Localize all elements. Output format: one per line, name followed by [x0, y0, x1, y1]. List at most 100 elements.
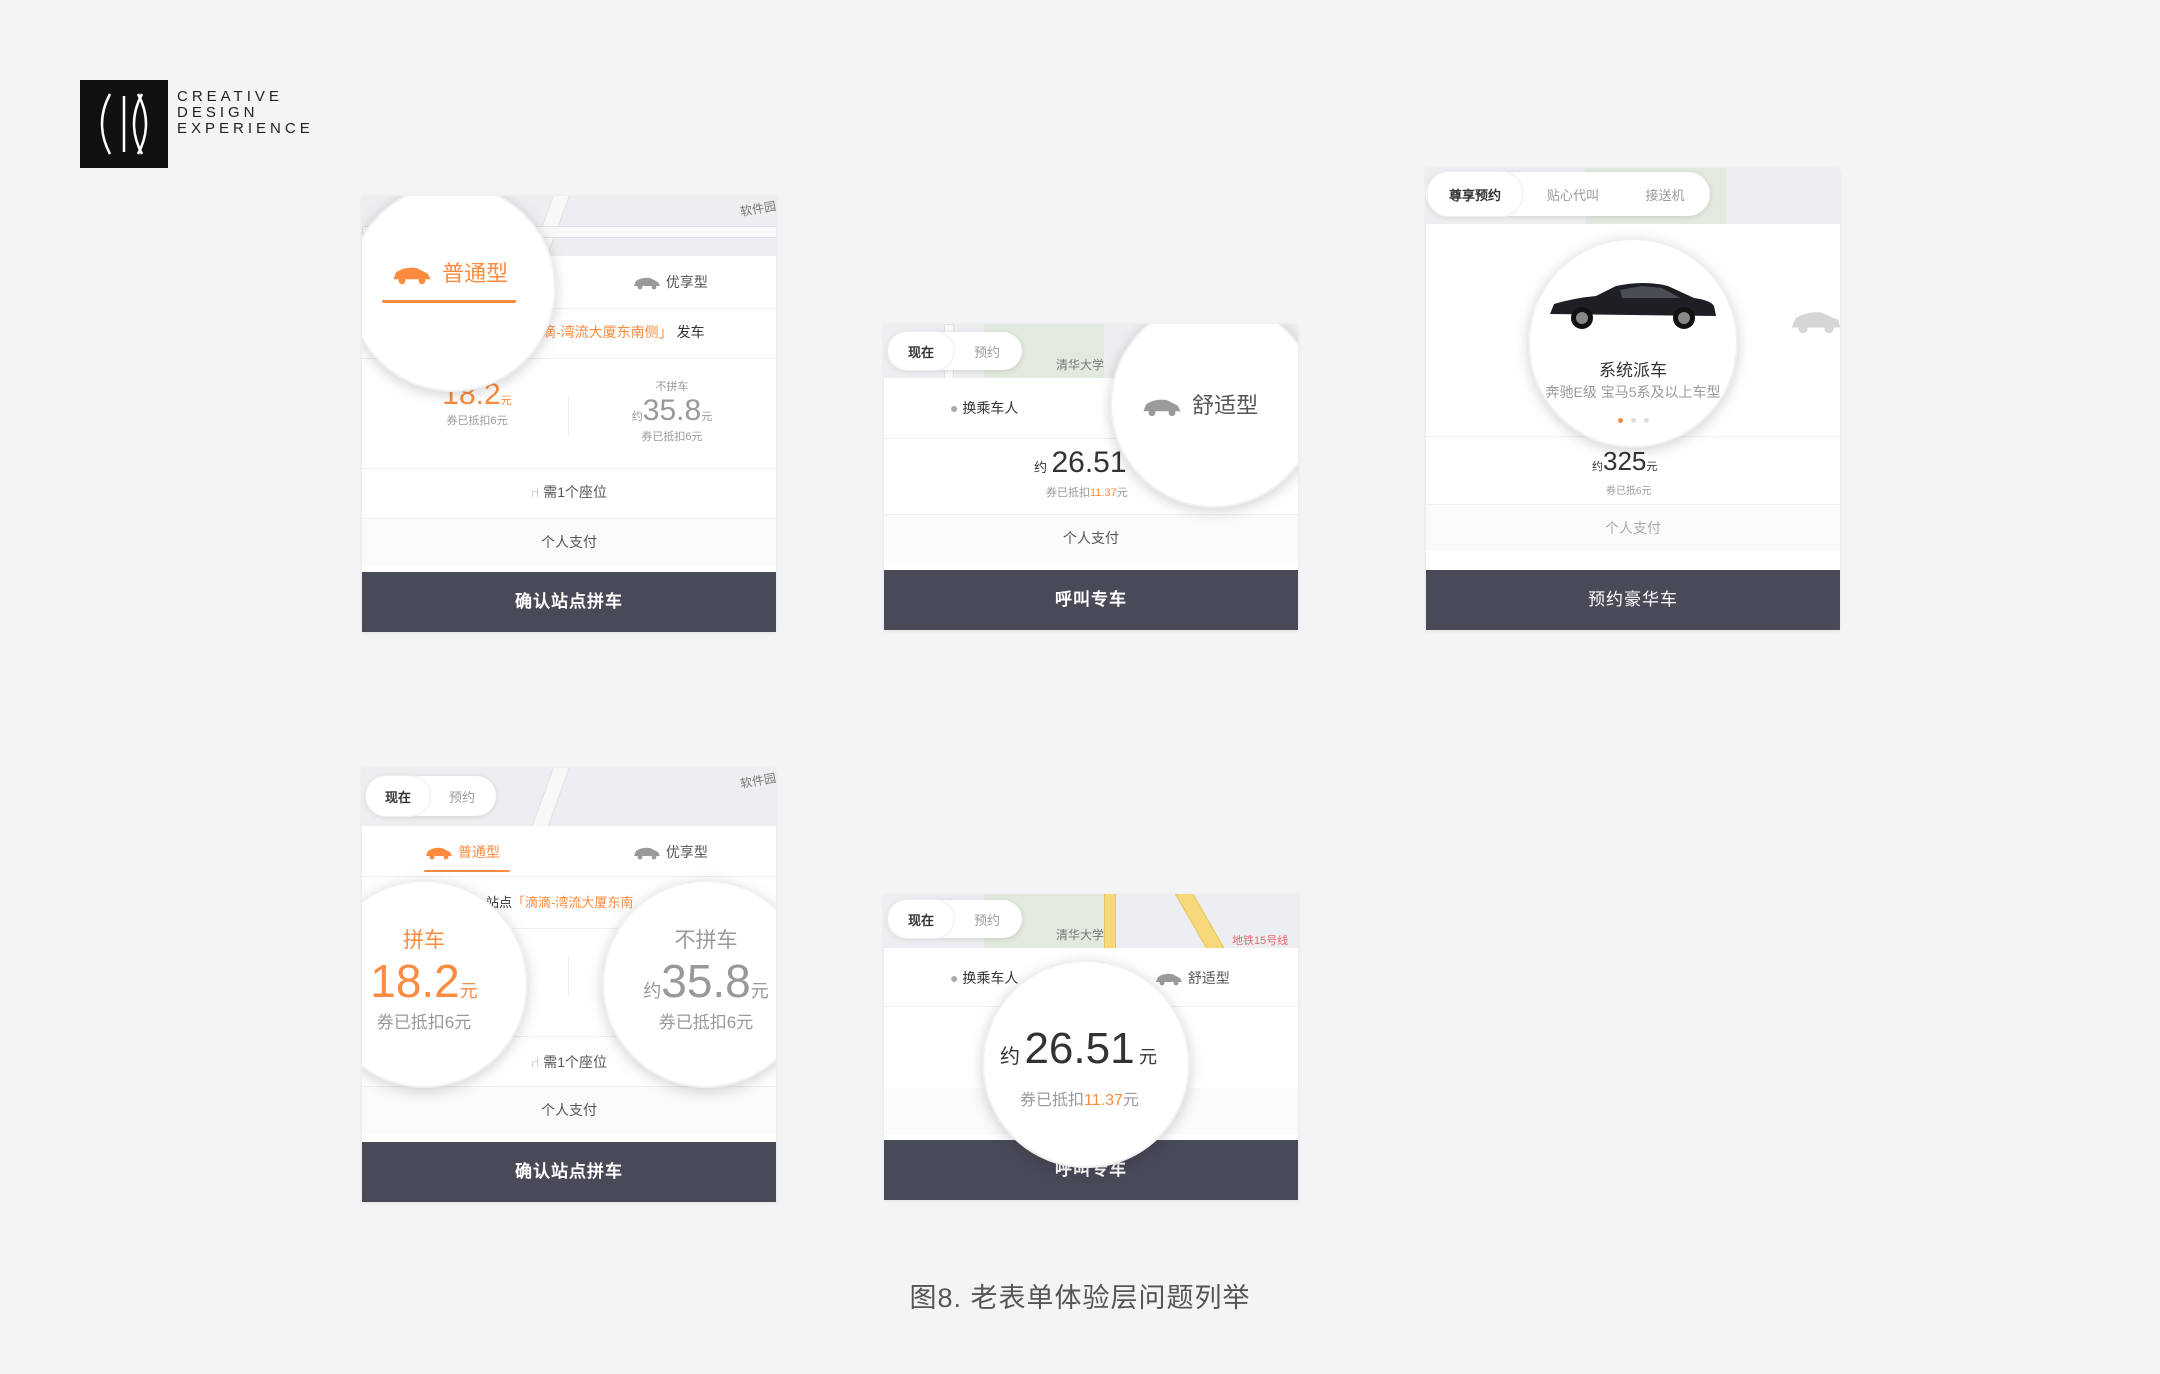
panel-carpool-tabs: 软件园 优享型 滴-湾流大厦东南侧」 发车 拼车 18.2元 券已抵扣6元 不拼… — [362, 196, 776, 632]
passenger-label: 换乘车人 — [962, 970, 1019, 986]
coupon-unit: 元 — [1116, 487, 1128, 499]
seat-icon: ⑁ — [530, 484, 540, 500]
car-type[interactable]: 舒适型 — [1138, 388, 1258, 420]
carpool-price-block[interactable]: 拼车 18.2元 券已抵扣6元 — [362, 924, 526, 1033]
seg-now[interactable]: 现在 — [888, 900, 954, 938]
passenger-selector[interactable]: ● 换乘车人 — [950, 968, 1018, 988]
time-toggle: 现在 预约 — [888, 900, 1022, 938]
tab-airport[interactable]: 接送机 — [1618, 172, 1712, 216]
tab-premium-label: 优享型 — [665, 274, 708, 290]
payment-method[interactable]: 个人支付 — [884, 514, 1298, 561]
price-block[interactable]: 约325元 — [1592, 446, 1657, 477]
seg-reserve[interactable]: 预约 — [954, 332, 1020, 370]
car-type[interactable]: 舒适型 — [1154, 968, 1230, 988]
price-prefix: 约 — [1034, 460, 1048, 475]
solo-coupon: 券已抵扣6元 — [658, 1013, 754, 1032]
price-value: 325 — [1603, 446, 1647, 476]
solo-label: 不拼车 — [655, 381, 689, 393]
seg-now[interactable]: 现在 — [366, 776, 430, 816]
time-toggle: 现在 预约 — [366, 776, 496, 816]
tab-normal[interactable]: 普通型 — [424, 842, 500, 862]
coupon-prefix: 券已抵扣 — [1020, 1092, 1085, 1109]
coupon-prefix: 券已抵扣 — [1046, 487, 1090, 499]
solo-prefix: 约 — [631, 411, 643, 423]
price-prefix: 约 — [1000, 1046, 1020, 1068]
price-value: 26.51 — [1051, 446, 1127, 479]
solo-price: 35.8 — [642, 394, 702, 427]
solo-prefix: 约 — [643, 981, 662, 1001]
station-name: 滴-湾流大厦东南侧」 — [542, 324, 673, 340]
time-toggle: 现在 预约 — [888, 332, 1022, 370]
panel-express-price: 清华大学 地铁15号线 现在 预约 ● 换乘车人 舒适型 呼叫专车 约 26.5… — [884, 894, 1298, 1200]
solo-unit: 元 — [750, 981, 769, 1001]
seg-now[interactable]: 现在 — [888, 332, 954, 370]
carousel-dots[interactable] — [1618, 410, 1649, 428]
solo-price-block[interactable]: 不拼车 约35.8元 券已抵扣6元 — [604, 924, 776, 1033]
luxury-car-image — [1544, 278, 1720, 337]
coupon-line: 券已抵扣11.37元 — [1020, 1086, 1139, 1110]
price-unit: 元 — [1646, 461, 1658, 473]
car-icon — [634, 278, 660, 290]
map-label: 清华大学 — [1056, 358, 1105, 372]
figure-caption: 图8. 老表单体验层问题列举 — [909, 1283, 1251, 1313]
carpool-price: 18.2 — [370, 955, 460, 1007]
tab-active-indicator — [382, 300, 516, 303]
call-express-button[interactable]: 呼叫专车 — [884, 570, 1298, 630]
logo-mark — [80, 80, 168, 168]
car-icon — [426, 848, 452, 860]
carpool-unit: 元 — [459, 981, 478, 1001]
car-desc: 奔驰E级 宝马5系及以上车型 — [1545, 384, 1721, 400]
person-icon: ● — [950, 400, 959, 416]
confirm-carpool-button[interactable]: 确认站点拼车 — [362, 1142, 776, 1202]
seat-icon: ⑁ — [530, 1054, 540, 1070]
logo-wordmark: CREATIVE DESIGN EXPERIENCE — [177, 89, 314, 137]
coupon-line: 券已抵6元 — [1606, 486, 1652, 497]
service-tabs: 尊享预约 贴心代叫 接送机 — [1426, 172, 1710, 216]
tab-premium[interactable]: 优享型 — [632, 842, 708, 862]
car-type-label: 舒适型 — [1192, 393, 1259, 418]
solo-price: 35.8 — [661, 955, 751, 1007]
car-type-label: 舒适型 — [1187, 970, 1230, 986]
carpool-coupon: 券已抵扣6元 — [446, 415, 508, 427]
tab-normal[interactable]: 普通型 — [388, 256, 508, 288]
solo-coupon: 券已抵扣6元 — [641, 431, 703, 443]
station-line: 滴-湾流大厦东南侧」 发车 — [542, 322, 705, 342]
confirm-carpool-button[interactable]: 确认站点拼车 — [362, 572, 776, 632]
coupon-amount: 11.37 — [1084, 1092, 1123, 1109]
map-label: 清华大学 — [1056, 928, 1105, 942]
seg-reserve[interactable]: 预约 — [954, 900, 1020, 938]
person-icon: ● — [950, 970, 959, 986]
logo-line-2: DESIGN — [177, 104, 259, 121]
price-block[interactable]: 约 26.51 — [1034, 446, 1127, 480]
book-luxury-button[interactable]: 预约豪华车 — [1426, 570, 1840, 630]
seg-reserve[interactable]: 预约 — [430, 776, 494, 816]
car-icon — [634, 848, 660, 860]
coupon-amount: 11.37 — [1090, 487, 1117, 499]
passenger-selector[interactable]: ● 换乘车人 — [950, 398, 1018, 418]
solo-label: 不拼车 — [674, 929, 738, 952]
logo-line-3: EXPERIENCE — [177, 120, 314, 137]
price-block[interactable]: 约 26.51 元 — [1000, 1024, 1157, 1074]
car-icon — [393, 267, 431, 285]
seat-selector[interactable]: ⑁ 需1个座位 — [362, 482, 776, 502]
side-car-icon — [1788, 306, 1840, 341]
payment-method[interactable]: 个人支付 — [362, 1086, 776, 1133]
solo-price-block[interactable]: 不拼车 约35.8元 券已抵扣6元 — [607, 378, 737, 444]
car-icon — [1143, 399, 1181, 417]
passenger-label: 换乘车人 — [962, 400, 1019, 416]
station-suffix: 发车 — [676, 324, 705, 340]
carpool-unit: 元 — [500, 395, 512, 407]
tab-call-for-others[interactable]: 贴心代叫 — [1526, 172, 1620, 216]
tab-premium[interactable]: 优享型 — [632, 272, 708, 292]
price-unit: 元 — [1139, 1047, 1158, 1067]
magnifier-car-card: 系统派车 奔驰E级 宝马5系及以上车型 — [1528, 238, 1738, 448]
station-name: 「滴滴-湾流大厦东南 — [512, 895, 634, 910]
price-prefix: 约 — [1592, 461, 1603, 473]
panel-luxury: 尊享预约 贴心代叫 接送机 约325元 券已抵6元 个人支付 预约豪华车 系统派… — [1426, 168, 1840, 630]
tab-normal-label: 普通型 — [457, 844, 500, 860]
payment-method[interactable]: 个人支付 — [1426, 504, 1840, 551]
carpool-coupon: 券已抵扣6元 — [376, 1013, 472, 1032]
coupon-line: 券已抵扣11.37元 — [1046, 484, 1128, 500]
tab-premium-booking[interactable]: 尊享预约 — [1428, 172, 1522, 216]
payment-method[interactable]: 个人支付 — [362, 518, 776, 565]
